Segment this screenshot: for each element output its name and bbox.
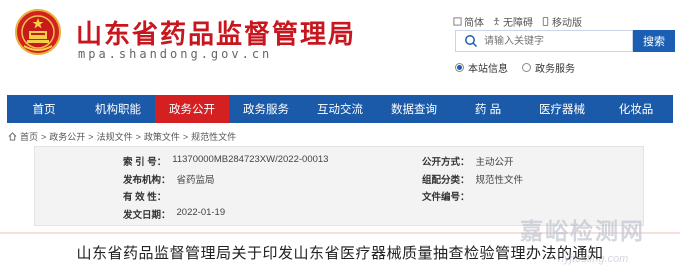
scope-option-label: 政务服务 bbox=[535, 64, 575, 75]
search-button[interactable]: 搜索 bbox=[633, 30, 675, 52]
search-input[interactable] bbox=[484, 32, 624, 50]
info-label: 索 引 号： bbox=[123, 157, 167, 168]
accessibility-icon bbox=[493, 17, 500, 26]
breadcrumb-item-regulations[interactable]: 法规文件 bbox=[97, 130, 133, 143]
info-label: 组配分类： bbox=[422, 175, 470, 186]
breadcrumb-item-home[interactable]: 首页 bbox=[20, 130, 38, 143]
nav-item-drugs[interactable]: 药 品 bbox=[451, 95, 525, 123]
info-label: 发文日期： bbox=[123, 210, 171, 221]
search-icon bbox=[465, 35, 478, 48]
breadcrumb-separator: > bbox=[182, 131, 189, 142]
breadcrumb-separator: > bbox=[41, 131, 47, 142]
info-value: 规范性文件 bbox=[475, 175, 524, 186]
home-icon bbox=[8, 132, 17, 141]
info-row-validity: 有 效 性： bbox=[123, 189, 172, 203]
breadcrumb-item-normative[interactable]: 规范性文件 bbox=[191, 130, 236, 143]
top-link-mobile[interactable]: 移动版 bbox=[541, 14, 582, 29]
radio-unchecked-icon bbox=[522, 63, 531, 72]
info-value: 主动公开 bbox=[475, 157, 514, 168]
nav-item-interaction[interactable]: 互动交流 bbox=[303, 95, 377, 123]
info-row-doc-no: 文件编号： bbox=[422, 189, 476, 203]
nav-item-services[interactable]: 政务服务 bbox=[229, 95, 303, 123]
info-label: 发布机构： bbox=[123, 175, 171, 186]
scope-option-label: 本站信息 bbox=[468, 64, 508, 75]
info-row-category: 组配分类： 规范性文件 bbox=[422, 172, 523, 186]
nav-item-gov-affairs[interactable]: 政务公开 bbox=[155, 95, 229, 123]
breadcrumb: 首页 > 政务公开 > 法规文件 > 政策文件 > 规范性文件 bbox=[8, 130, 236, 143]
mobile-icon bbox=[542, 17, 549, 26]
breadcrumb-item-gov-affairs[interactable]: 政务公开 bbox=[49, 130, 85, 143]
info-label: 公开方式： bbox=[422, 157, 470, 168]
breadcrumb-separator: > bbox=[135, 131, 141, 142]
info-row-publish-mode: 公开方式： 主动公开 bbox=[422, 154, 514, 168]
info-label: 有 效 性： bbox=[123, 192, 167, 203]
info-row-index: 索 引 号： 11370000MB284723XW/2022-00013 bbox=[123, 154, 328, 168]
top-link-accessibility[interactable]: 无障碍 bbox=[492, 14, 533, 29]
info-label: 文件编号： bbox=[422, 192, 470, 203]
radio-checked-icon bbox=[455, 63, 464, 72]
nav-item-devices[interactable]: 医疗器械 bbox=[525, 95, 599, 123]
simplified-icon bbox=[453, 17, 462, 26]
breadcrumb-separator: > bbox=[88, 131, 94, 142]
top-links: 简体 无障碍 移动版 bbox=[453, 14, 582, 29]
site-title: 山东省药品监督管理局 bbox=[76, 20, 357, 50]
site-header: 山东省药品监督管理局 mpa.shandong.gov.cn 简体 无障碍 移动… bbox=[0, 0, 680, 92]
info-value: 2022-01-19 bbox=[176, 207, 226, 218]
info-value: 省药监局 bbox=[176, 175, 215, 186]
breadcrumb-item-policy[interactable]: 政策文件 bbox=[144, 130, 180, 143]
top-link-simplified[interactable]: 简体 bbox=[453, 14, 484, 29]
info-row-date: 发文日期： 2022-01-19 bbox=[123, 207, 225, 221]
search-box bbox=[455, 30, 633, 52]
top-link-label: 无障碍 bbox=[503, 18, 533, 29]
article-title: 山东省药品监督管理局关于印发山东省医疗器械质量抽查检验管理办法的通知 bbox=[76, 244, 604, 262]
top-link-label: 简体 bbox=[464, 18, 484, 29]
watermark-text: 嘉峪检测网 bbox=[520, 219, 645, 245]
search-scope: 本站信息 政务服务 bbox=[455, 60, 575, 75]
top-link-label: 移动版 bbox=[552, 18, 582, 29]
nav-item-home[interactable]: 首页 bbox=[7, 95, 81, 123]
main-nav: 首页 机构职能 政务公开 政务服务 互动交流 数据查询 药 品 医疗器械 化妆品 bbox=[7, 95, 673, 123]
national-emblem-icon bbox=[15, 9, 61, 55]
nav-item-cosmetics[interactable]: 化妆品 bbox=[599, 95, 673, 123]
scope-option-services[interactable]: 政务服务 bbox=[522, 60, 575, 75]
nav-item-data-query[interactable]: 数据查询 bbox=[377, 95, 451, 123]
site-domain: mpa.shandong.gov.cn bbox=[78, 47, 273, 61]
info-row-issuer: 发布机构： 省药监局 bbox=[123, 172, 215, 186]
scope-option-site[interactable]: 本站信息 bbox=[455, 60, 508, 75]
info-value: 11370000MB284723XW/2022-00013 bbox=[172, 154, 329, 165]
nav-item-functions[interactable]: 机构职能 bbox=[81, 95, 155, 123]
